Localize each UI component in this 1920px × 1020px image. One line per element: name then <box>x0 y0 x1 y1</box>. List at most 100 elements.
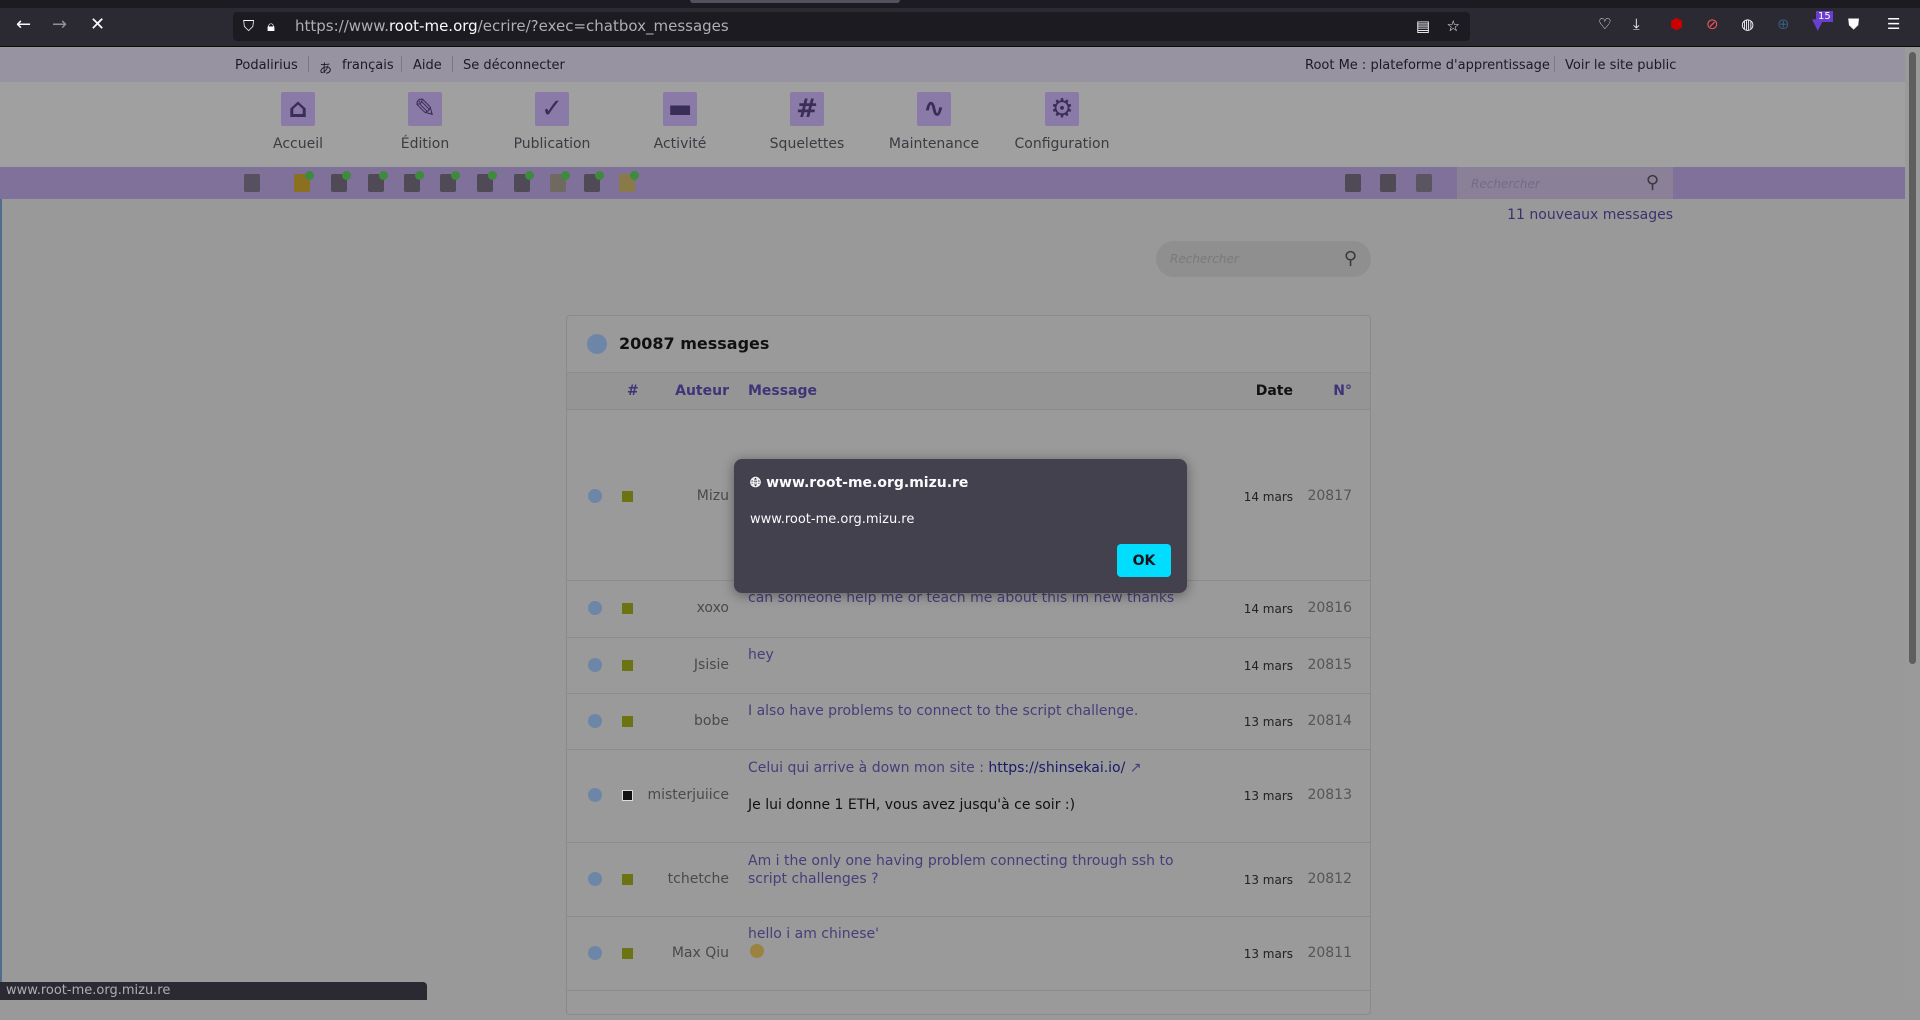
message-text: Celui qui arrive à down mon site : https… <box>748 760 1142 776</box>
author-link[interactable]: misterjuiice <box>647 787 729 803</box>
help-link[interactable]: Aide <box>413 58 442 73</box>
table-row <box>567 990 1370 1020</box>
bookmark-star-icon[interactable]: ☆ <box>1447 12 1460 41</box>
nav-edition[interactable]: ✎ Édition <box>365 92 485 152</box>
dialog-title: www.root-me.org.mizu.re <box>766 475 969 491</box>
download-icon[interactable]: ⤓ <box>1633 15 1640 33</box>
tab-strip <box>0 0 1920 8</box>
message-date: 14 mars <box>1243 602 1293 616</box>
status-flag <box>622 716 633 727</box>
active-tab[interactable] <box>690 0 900 3</box>
author-link[interactable]: Mizu <box>697 488 729 504</box>
url-bar[interactable]: ⛉ 🔒︎ https://www.root-me.org/ecrire/?exe… <box>233 12 1470 41</box>
tree-icon[interactable] <box>244 174 260 192</box>
status-flag <box>622 948 633 959</box>
add-document-icon[interactable] <box>440 171 460 192</box>
language-link[interactable]: français <box>342 58 394 73</box>
extension-icon[interactable]: ⊘ <box>1706 15 1719 33</box>
messages-panel: 20087 messages # Auteur Message Date N° … <box>566 315 1371 1015</box>
nav-configuration[interactable]: ⚙ Configuration <box>1002 92 1122 152</box>
add-location-icon[interactable] <box>514 171 534 192</box>
forward-icon[interactable]: → <box>52 14 67 35</box>
nav-maintenance[interactable]: ∿ Maintenance <box>874 92 994 152</box>
author-link[interactable]: xoxo <box>697 600 729 616</box>
nav-activite[interactable]: ▬ Activité <box>620 92 740 152</box>
message-text-line2: Je lui donne 1 ETH, vous avez jusqu'à ce… <box>748 797 1076 813</box>
table-row: tchetche Am i the only one having proble… <box>567 842 1370 916</box>
ok-button[interactable]: OK <box>1117 544 1171 577</box>
calendar-icon[interactable] <box>1345 174 1361 192</box>
nav-publication[interactable]: ✓ Publication <box>492 92 612 152</box>
url-domain: root-me.org <box>388 17 478 35</box>
reader-view-icon[interactable]: ▤ <box>1416 12 1430 41</box>
smiley-icon <box>750 944 764 958</box>
status-flag <box>622 660 633 671</box>
message-number: 20816 <box>1307 600 1352 616</box>
hash-icon: # <box>790 92 824 126</box>
add-section-icon[interactable] <box>294 171 314 192</box>
message-number: 20815 <box>1307 657 1352 673</box>
message-link[interactable]: https://shinsekai.io/ <box>988 760 1125 776</box>
status-bar: www.root-me.org.mizu.re <box>0 982 427 1000</box>
cookie-icon[interactable]: ◍ <box>1741 15 1754 33</box>
message-bubble-icon <box>588 946 602 960</box>
page-scrollbar[interactable] <box>1905 48 1920 1000</box>
ublock-icon[interactable]: ⬢ <box>1670 15 1683 33</box>
author-link[interactable]: bobe <box>694 713 729 729</box>
back-icon[interactable]: ← <box>16 14 31 35</box>
nav-squelettes[interactable]: # Squelettes <box>747 92 867 152</box>
scrollbar-thumb[interactable] <box>1909 52 1916 664</box>
translate-icon: あ <box>319 62 333 77</box>
search-icon[interactable]: ⚲ <box>1646 172 1659 193</box>
add-form-icon[interactable] <box>619 171 639 192</box>
message-date: 13 mars <box>1243 873 1293 887</box>
hourglass-icon <box>622 790 633 801</box>
add-site-icon[interactable] <box>550 171 570 192</box>
table-row: Jsisie hey 14 mars 20815 <box>567 637 1370 693</box>
author-link[interactable]: Jsisie <box>694 657 729 673</box>
add-author-icon[interactable] <box>368 171 388 192</box>
stop-icon[interactable]: ✕ <box>90 14 105 35</box>
lock-icon[interactable]: 🔒︎ <box>267 12 275 41</box>
toolbar-search-input[interactable]: Rechercher ⚲ <box>1457 167 1673 199</box>
shield-icon[interactable]: ⛉ <box>243 12 254 41</box>
add-article-icon[interactable] <box>331 171 351 192</box>
message-number: 20813 <box>1307 787 1352 803</box>
menu-icon[interactable]: ☰ <box>1887 15 1900 33</box>
nav-accueil[interactable]: ⌂ Accueil <box>238 92 358 152</box>
chat-bubble-icon <box>587 334 607 354</box>
add-event-icon[interactable] <box>584 171 604 192</box>
status-flag <box>622 491 633 502</box>
public-site-link[interactable]: Voir le site public <box>1565 58 1676 73</box>
add-keyword-icon[interactable] <box>404 171 424 192</box>
message-text: Am i the only one having problem connect… <box>748 853 1174 887</box>
col-hash[interactable]: # <box>627 383 639 399</box>
fox-extension-icon[interactable]: ⛊ <box>1848 15 1859 33</box>
site-name-link[interactable]: Root Me : plateforme d'apprentissage <box>1305 58 1550 73</box>
user-link[interactable]: Podalirius <box>235 58 298 73</box>
col-message[interactable]: Message <box>748 383 817 399</box>
search-icon[interactable]: ⚲ <box>1344 248 1357 269</box>
status-flag <box>622 874 633 885</box>
col-number[interactable]: N° <box>1333 383 1352 399</box>
alert-dialog: 🌐︎ www.root-me.org.mizu.re www.root-me.o… <box>734 459 1187 593</box>
globe-extension-icon[interactable]: ⊕ <box>1777 15 1790 33</box>
message-date: 13 mars <box>1243 715 1293 729</box>
panel-title: 20087 messages <box>619 334 770 353</box>
table-row: Max Qiu hello i am chinese' 13 mars 2081… <box>567 916 1370 990</box>
chat-icon: ▬ <box>663 92 697 126</box>
url-path: /ecrire/?exec=chatbox_messages <box>477 17 729 35</box>
pocket-icon[interactable]: ♡ <box>1598 15 1611 33</box>
col-author[interactable]: Auteur <box>675 383 729 399</box>
content-search-input[interactable]: Rechercher ⚲ <box>1156 241 1371 277</box>
table-row: misterjuiice Celui qui arrive à down mon… <box>567 749 1370 842</box>
messages-icon[interactable] <box>1380 174 1396 192</box>
new-messages-link[interactable]: 11 nouveaux messages <box>1507 207 1673 223</box>
author-link[interactable]: tchetche <box>668 871 729 887</box>
mailbox-icon[interactable] <box>1416 174 1432 192</box>
author-link[interactable]: Max Qiu <box>672 945 729 961</box>
logout-link[interactable]: Se déconnecter <box>463 58 565 73</box>
gear-icon: ⚙ <box>1045 92 1079 126</box>
main-nav: ⌂ Accueil ✎ Édition ✓ Publication ▬ Activité… <box>0 82 1905 167</box>
add-page-icon[interactable] <box>477 171 497 192</box>
